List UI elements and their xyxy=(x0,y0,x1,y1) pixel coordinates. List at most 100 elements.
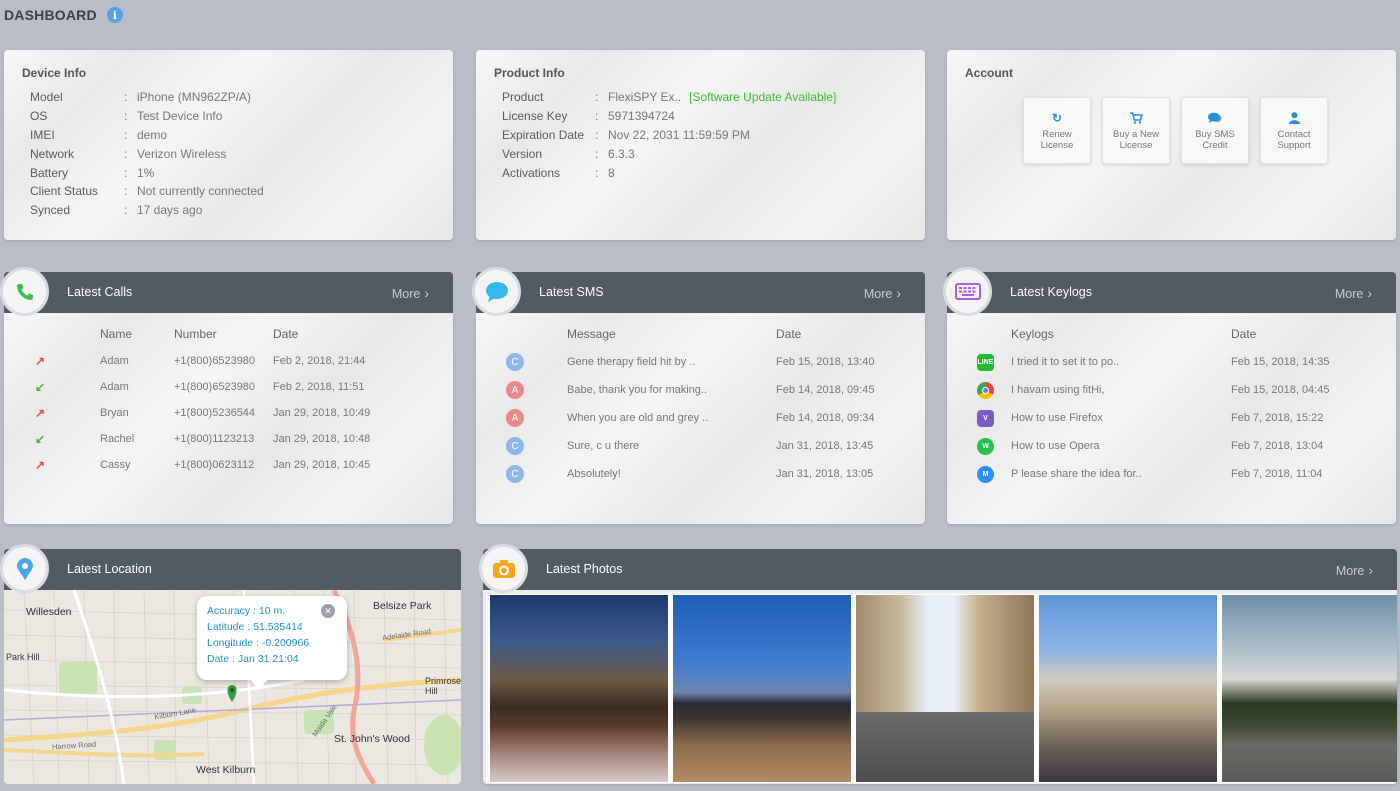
map-label-st-johns-wood: St. John's Wood xyxy=(334,733,410,745)
call-number: +1(800)1123213 xyxy=(174,433,255,445)
table-row[interactable]: C Gene therapy field hit by .. Feb 15, 201… xyxy=(506,348,906,376)
sms-date: Jan 31, 2018, 13:45 xyxy=(776,440,874,452)
sms-message: Babe, thank you for making.. xyxy=(567,384,708,396)
table-row[interactable]: LINE I tried it to set it to po.. Feb 15, … xyxy=(977,348,1377,376)
table-row[interactable]: V How to use Firefox Feb 7, 2018, 15:22 xyxy=(977,404,1377,432)
photos-more-link[interactable]: More › xyxy=(1336,562,1373,578)
map-label-willesden: Willesden xyxy=(26,606,72,618)
table-row[interactable]: ↗ Adam +1(800)6523980 Feb 2, 2018, 21:44 xyxy=(30,348,430,374)
call-number: +1(800)0623112 xyxy=(174,459,255,471)
product-info-row: Version:6.3.3 xyxy=(502,144,836,163)
latest-sms-title: Latest SMS xyxy=(539,285,604,299)
keylog-date: Feb 7, 2018, 11:04 xyxy=(1231,468,1323,480)
evening-street-photo[interactable] xyxy=(673,595,851,782)
keylog-text: P lease share the idea for.. xyxy=(1011,468,1142,480)
buy-sms-credit-button[interactable]: Buy SMS Credit xyxy=(1181,97,1249,164)
close-icon[interactable]: ✕ xyxy=(321,604,335,618)
town-street-photo[interactable] xyxy=(856,595,1034,782)
info-value: iPhone (MN962ZP/A) xyxy=(137,90,252,105)
call-name: Adam xyxy=(100,381,129,393)
location-map[interactable]: Willesden Belsize Park Park Hill Primros… xyxy=(4,590,461,784)
map-label-west-kilburn: West Kilburn xyxy=(196,764,256,776)
device-info-row: Synced:17 days ago xyxy=(30,201,264,220)
calls-more-link[interactable]: More › xyxy=(392,285,429,301)
table-row[interactable]: A When you are old and grey .. Feb 14, 201… xyxy=(506,404,906,432)
chevron-right-icon: › xyxy=(1368,562,1373,578)
latest-keylogs-header: Latest Keylogs More › xyxy=(947,272,1396,313)
date-header: Date xyxy=(1231,327,1257,341)
user-icon xyxy=(1288,112,1300,126)
latest-photos-title: Latest Photos xyxy=(546,562,623,576)
latest-calls-widget: Name Number Date ↗ Adam +1(800)6523980 Feb … xyxy=(0,267,453,524)
outgoing-call-icon: ↗ xyxy=(35,458,46,472)
table-row[interactable]: I havam using fitHi, Feb 15, 2018, 04:45 xyxy=(977,376,1377,404)
info-key: Synced xyxy=(30,203,71,218)
product-info-card: Product Info Product: FlexiSPY Ex.. [Softw… xyxy=(476,50,925,240)
call-name: Adam xyxy=(100,355,129,367)
table-row[interactable]: ↙ Rachel +1(800)1123213 Jan 29, 2018, 10:48 xyxy=(30,426,430,452)
name-header: Name xyxy=(100,327,133,341)
location-pin-icon xyxy=(0,544,49,593)
info-value: demo xyxy=(137,127,168,142)
info-key: Expiration Date xyxy=(502,127,585,142)
chevron-right-icon: › xyxy=(896,285,901,301)
table-row[interactable]: A Babe, thank you for making.. Feb 14, 201… xyxy=(506,376,906,404)
device-info-row: Network: Verizon Wireless xyxy=(30,144,264,163)
incoming-call-icon: ↙ xyxy=(35,380,46,394)
info-colon: : xyxy=(595,90,599,105)
info-colon: : xyxy=(595,109,599,124)
whatsapp-icon: W xyxy=(977,437,994,455)
info-colon: : xyxy=(124,184,128,199)
info-value: 6.3.3 xyxy=(608,146,635,161)
table-row[interactable]: C Sure, c u there Jan 31, 2018, 13:45 xyxy=(506,432,906,460)
keyboard-icon xyxy=(943,267,992,316)
info-icon[interactable]: i xyxy=(106,7,123,23)
keylog-text: How to use Opera xyxy=(1011,440,1100,452)
keylogs-more-link[interactable]: More › xyxy=(1335,285,1372,301)
sms-message: Absolutely! xyxy=(567,468,621,480)
latest-calls-body: Name Number Date ↗ Adam +1(800)6523980 Feb … xyxy=(4,313,453,524)
latest-photos-widget: Latest Photos More › xyxy=(479,544,1397,784)
keylogs-table: Keylogs Date LINE I tried it to set it to… xyxy=(977,320,1377,488)
sms-more-link[interactable]: More › xyxy=(864,285,901,301)
info-key: Product xyxy=(502,90,544,105)
cart-icon xyxy=(1129,112,1143,126)
table-row[interactable]: ↗ Cassy +1(800)0623112 Jan 29, 2018, 10:45 xyxy=(30,452,430,478)
keylog-date: Feb 15, 2018, 04:45 xyxy=(1231,384,1330,396)
info-colon: : xyxy=(124,90,128,105)
table-row[interactable]: ↙ Adam +1(800)6523980 Feb 2, 2018, 11:51 xyxy=(30,374,430,400)
table-row[interactable]: C Absolutely! Jan 31, 2018, 13:05 xyxy=(506,460,906,488)
outgoing-call-icon: ↗ xyxy=(35,354,46,368)
software-update-link[interactable]: [Software Update Available] xyxy=(689,90,836,104)
date-header: Date xyxy=(273,327,299,341)
line-icon: LINE xyxy=(977,353,994,371)
buy-new-license-button[interactable]: Buy a New License xyxy=(1102,97,1170,164)
terrace-houses-photo[interactable] xyxy=(1039,595,1217,782)
info-value: 17 days ago xyxy=(137,203,203,218)
call-number: +1(800)6523980 xyxy=(174,355,256,367)
chevron-right-icon: › xyxy=(1367,285,1372,301)
contact-avatar: C xyxy=(506,465,524,483)
sms-table: Message Date C Gene therapy field hit by … xyxy=(506,320,906,488)
park-sunset-photo[interactable] xyxy=(1222,595,1397,782)
info-colon: : xyxy=(124,146,128,161)
info-colon: : xyxy=(124,165,128,180)
table-row[interactable]: ↗ Bryan +1(800)5236544 Jan 29, 2018, 10:49 xyxy=(30,400,430,426)
latest-photos-header: Latest Photos More › xyxy=(483,549,1397,590)
message-header: Message xyxy=(567,327,616,341)
latest-location-widget: Willesden Belsize Park Park Hill Primros… xyxy=(0,544,461,784)
contact-support-button[interactable]: Contact Support xyxy=(1260,97,1328,164)
device-info-row: Client Status: Not currently connected xyxy=(30,182,264,201)
table-row[interactable]: M P lease share the idea for.. Feb 7, 2018… xyxy=(977,460,1377,488)
camera-icon xyxy=(479,544,528,593)
keylog-text: I tried it to set it to po.. xyxy=(1011,356,1120,368)
latest-sms-widget: Message Date C Gene therapy field hit by … xyxy=(472,267,925,524)
device-info-row: IMEI: demo xyxy=(30,126,264,145)
latitude-text: Latitude : 51.535414 xyxy=(207,621,303,633)
renew-license-button[interactable]: ↻ Renew License xyxy=(1023,97,1091,164)
map-label-belsize-park: Belsize Park xyxy=(373,600,432,612)
table-row[interactable]: W How to use Opera Feb 7, 2018, 13:04 xyxy=(977,432,1377,460)
night-river-photo[interactable] xyxy=(490,595,668,782)
info-colon: : xyxy=(595,165,599,180)
device-info-row: OS: Test Device Info xyxy=(30,107,264,126)
